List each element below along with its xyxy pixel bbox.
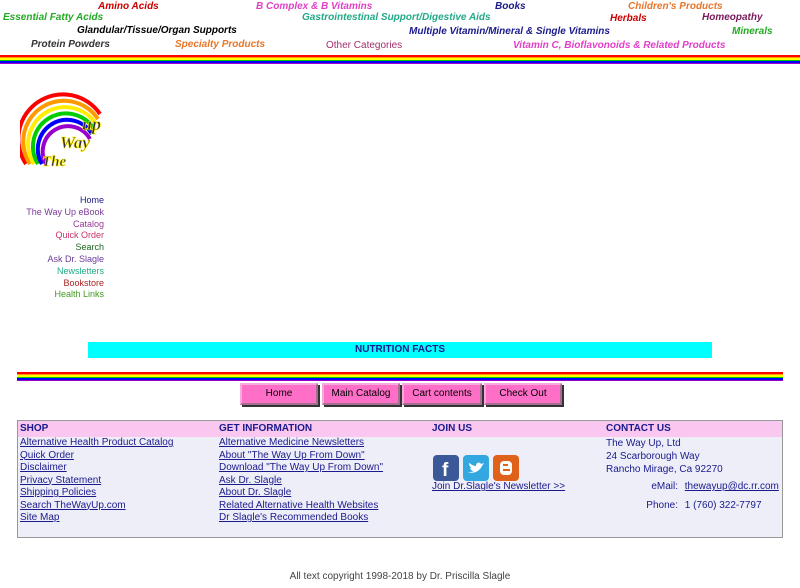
- phone-number: 1 (760) 322-7797: [684, 500, 762, 511]
- footer-link[interactable]: Related Alternative Health Websites: [217, 500, 430, 513]
- copyright-text: All text copyright 1998-2018 by Dr. Pris…: [289, 571, 511, 582]
- footer-link[interactable]: Alternative Health Product Catalog: [18, 437, 217, 450]
- sidebar-item-newsletters[interactable]: Newsletters: [57, 266, 104, 277]
- footer-link[interactable]: Quick Order: [18, 450, 217, 463]
- category-link[interactable]: Gastrointestinal Support/Digestive Aids: [302, 12, 491, 24]
- footer-info-title: GET INFORMATION: [217, 421, 430, 437]
- footer-join-title: JOIN US: [430, 421, 604, 437]
- footer-link[interactable]: Search TheWayUp.com: [18, 500, 217, 513]
- svg-text:up: up: [82, 114, 101, 134]
- category-link[interactable]: Minerals: [732, 26, 773, 38]
- sidebar-item-ask[interactable]: Ask Dr. Slagle: [47, 254, 104, 265]
- twitter-icon[interactable]: [463, 455, 489, 481]
- check-out-button[interactable]: Check Out: [484, 383, 562, 405]
- category-link[interactable]: Herbals: [610, 13, 647, 25]
- sidebar-item-catalog[interactable]: Catalog: [73, 219, 104, 230]
- svg-text:The: The: [42, 154, 67, 170]
- footer-link[interactable]: Dr Slagle's Recommended Books: [217, 512, 430, 525]
- svg-text:f: f: [442, 460, 449, 481]
- footer-link[interactable]: About Dr. Slagle: [217, 487, 430, 500]
- category-link[interactable]: Specialty Products: [175, 39, 265, 51]
- footer-contact-column: CONTACT US The Way Up, Ltd 24 Scarboroug…: [604, 421, 782, 537]
- home-button[interactable]: Home: [240, 383, 318, 405]
- sidebar-item-home[interactable]: Home: [80, 195, 104, 206]
- category-link[interactable]: Essential Fatty Acids: [3, 12, 103, 24]
- cart-contents-button[interactable]: Cart contents: [402, 383, 482, 405]
- footer-info-column: GET INFORMATION Alternative Medicine New…: [217, 421, 431, 537]
- category-link-other[interactable]: Other Categories: [326, 40, 402, 52]
- footer-link[interactable]: Download "The Way Up From Down": [217, 462, 430, 475]
- facebook-icon[interactable]: f: [433, 455, 459, 481]
- sidebar-item-quick-order[interactable]: Quick Order: [55, 230, 104, 241]
- sidebar-item-health-links[interactable]: Health Links: [54, 289, 104, 300]
- footer-contact-title: CONTACT US: [604, 421, 782, 437]
- contact-street: 24 Scarborough Way: [606, 451, 700, 462]
- sidebar-item-bookstore[interactable]: Bookstore: [63, 278, 104, 289]
- nutrition-facts-banner: NUTRITION FACTS: [88, 342, 712, 358]
- svg-text:Way: Way: [60, 133, 90, 152]
- phone-label: Phone:: [646, 500, 678, 511]
- main-catalog-button[interactable]: Main Catalog: [322, 383, 400, 405]
- category-link[interactable]: Glandular/Tissue/Organ Supports: [77, 25, 237, 37]
- footer-shop-column: SHOP Alternative Health Product Catalog …: [18, 421, 218, 537]
- email-link[interactable]: thewayup@dc.rr.com: [685, 481, 779, 492]
- footer-table: SHOP Alternative Health Product Catalog …: [17, 420, 783, 538]
- footer-shop-title: SHOP: [18, 421, 217, 437]
- email-label: eMail:: [651, 481, 678, 492]
- category-link[interactable]: Homeopathy: [702, 12, 763, 24]
- sidebar-item-search[interactable]: Search: [75, 242, 104, 253]
- newsletter-join-link[interactable]: Join Dr.Slagle's Newsletter >>: [430, 481, 565, 494]
- site-logo[interactable]: up Way The: [16, 92, 110, 172]
- category-link[interactable]: Vitamin C, Bioflavonoids & Related Produ…: [513, 40, 725, 52]
- footer-link[interactable]: Site Map: [18, 512, 217, 525]
- blogger-icon[interactable]: [493, 455, 519, 481]
- contact-name: The Way Up, Ltd: [606, 438, 681, 449]
- footer-link[interactable]: Alternative Medicine Newsletters: [217, 437, 430, 450]
- rainbow-divider: [0, 55, 800, 64]
- category-link[interactable]: Multiple Vitamin/Mineral & Single Vitami…: [409, 26, 610, 38]
- contact-city: Rancho Mirage, Ca 92270: [606, 464, 723, 475]
- rainbow-divider: [17, 372, 783, 381]
- footer-join-column: JOIN US f Join Dr.Slagle's Newsletter >>: [430, 421, 605, 537]
- rainbow-logo-icon: up Way The: [16, 92, 102, 170]
- footer-link[interactable]: Disclaimer: [18, 462, 217, 475]
- footer-link[interactable]: Privacy Statement: [18, 475, 217, 488]
- footer-link[interactable]: About "The Way Up From Down": [217, 450, 430, 463]
- footer-link[interactable]: Shipping Policies: [18, 487, 217, 500]
- category-link[interactable]: Books: [495, 1, 526, 13]
- category-link[interactable]: Amino Acids: [98, 1, 159, 13]
- footer-link[interactable]: Ask Dr. Slagle: [217, 475, 430, 488]
- category-link[interactable]: Protein Powders: [31, 39, 110, 51]
- sidebar-item-ebook[interactable]: The Way Up eBook: [26, 207, 104, 218]
